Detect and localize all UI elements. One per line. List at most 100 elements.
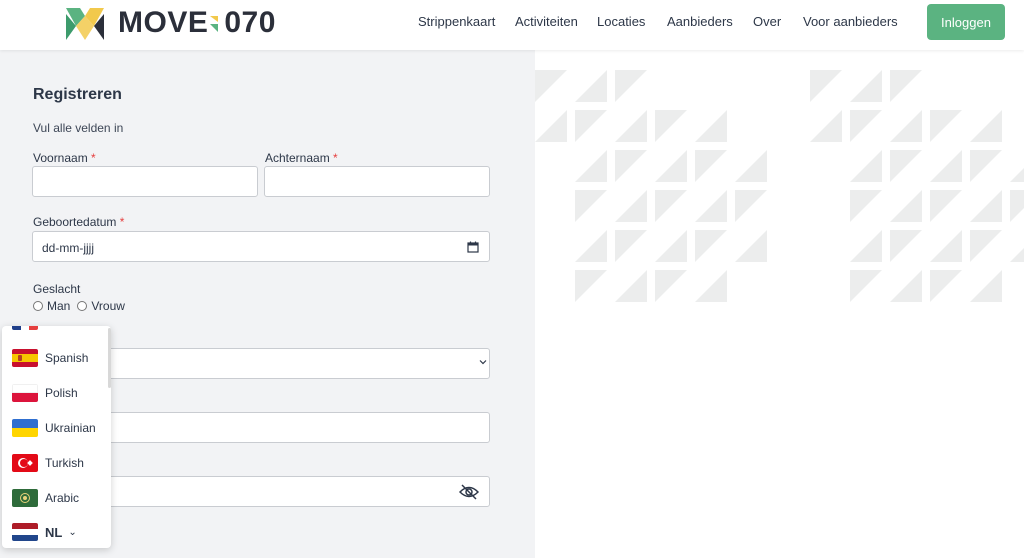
first-name-label: Voornaam * (33, 151, 96, 165)
pattern-triangle (655, 150, 687, 182)
pattern-triangle (735, 230, 767, 262)
ukraine-flag-icon (12, 419, 38, 437)
pattern-triangle (890, 230, 922, 262)
pattern-triangle (695, 230, 727, 262)
first-name-input[interactable] (32, 166, 258, 197)
turkey-flag-icon (12, 454, 38, 472)
pattern-triangle (1010, 168, 1024, 182)
pattern-triangle (695, 110, 727, 142)
birthdate-placeholder: dd-mm-jjjj (42, 241, 94, 255)
language-option-turkish[interactable]: Turkish (12, 452, 84, 474)
pattern-triangle (930, 230, 962, 262)
pattern-triangle (575, 110, 607, 142)
pattern-triangle (655, 110, 687, 142)
pattern-triangle (735, 150, 767, 182)
pattern-triangle (535, 110, 567, 142)
pattern-triangle (1010, 190, 1024, 222)
language-option-spanish[interactable]: Spanish (12, 347, 88, 369)
pattern-triangle (655, 190, 687, 222)
chevron-down-icon: ⌄ (68, 526, 77, 538)
login-button[interactable]: Inloggen (927, 4, 1005, 40)
brand-number: 070 (224, 6, 276, 39)
eye-off-icon[interactable] (459, 484, 479, 500)
pattern-triangle (615, 190, 647, 222)
chevron-down-icon (479, 360, 487, 365)
arab-league-flag-icon (12, 489, 38, 507)
pattern-triangle (695, 150, 727, 182)
pattern-triangle (930, 270, 962, 302)
pattern-triangle (890, 190, 922, 222)
pattern-triangle (890, 110, 922, 142)
pattern-triangle (535, 70, 567, 102)
decorative-pattern-panel (535, 50, 1024, 558)
language-option-arabic[interactable]: Arabic (12, 487, 79, 509)
gender-radio-vrouw[interactable] (77, 301, 88, 311)
pattern-triangle (890, 150, 922, 182)
gender-option-vrouw[interactable]: Vrouw (91, 299, 125, 313)
language-option-label: Ukrainian (45, 421, 96, 435)
pattern-triangle (850, 110, 882, 142)
pattern-triangle (970, 190, 1002, 222)
pattern-triangle (850, 190, 882, 222)
pattern-triangle (655, 270, 687, 302)
pattern-triangle (850, 270, 882, 302)
pattern-triangle (615, 150, 647, 182)
language-option-label: Arabic (45, 491, 80, 505)
pattern-triangle (810, 70, 842, 102)
pattern-triangle (615, 70, 647, 102)
required-mark: * (91, 151, 96, 165)
pattern-triangle (970, 150, 1002, 182)
pattern-triangle (575, 190, 607, 222)
birthdate-input[interactable] (32, 231, 490, 262)
nav-aanbieders[interactable]: Aanbieders (667, 14, 733, 29)
poland-flag-icon (12, 384, 38, 402)
spain-flag-icon (12, 349, 38, 367)
pattern-triangle (850, 230, 882, 262)
pattern-triangle (890, 270, 922, 302)
birthdate-label: Geboortedatum * (33, 215, 125, 229)
nav-strippenkaart[interactable]: Strippenkaart (418, 14, 495, 29)
language-option-ukrainian[interactable]: Ukrainian (12, 417, 96, 439)
language-menu: Spanish Polish Ukrainian Turkish Arabic (2, 326, 111, 548)
pattern-triangle (575, 150, 607, 182)
language-selector[interactable]: NL ⌄ (12, 521, 77, 543)
gender-option-man[interactable]: Man (47, 299, 70, 313)
pattern-triangle (1010, 248, 1024, 262)
form-title: Registreren (33, 86, 122, 103)
language-option-label: Turkish (45, 456, 84, 470)
pattern-triangle (890, 70, 922, 102)
pattern-triangle (695, 270, 727, 302)
language-menu-scrollbar[interactable] (108, 328, 111, 388)
brand-wordmark: MOVE 070 (118, 6, 276, 40)
nav-locaties[interactable]: Locaties (597, 14, 645, 29)
nav-activiteiten[interactable]: Activiteiten (515, 14, 578, 29)
gender-options: Man Vrouw (33, 299, 132, 313)
pattern-triangle (575, 70, 607, 102)
pattern-triangle (970, 110, 1002, 142)
pattern-triangle (970, 230, 1002, 262)
site-header: MOVE 070 Strippenkaart Activiteiten Loca… (0, 0, 1024, 50)
pattern-triangle (810, 110, 842, 142)
logo-mark-icon (66, 8, 104, 40)
calendar-icon[interactable] (467, 241, 479, 253)
pattern-triangle (615, 230, 647, 262)
brand-logo[interactable]: MOVE 070 (66, 4, 276, 42)
pattern-triangle (615, 270, 647, 302)
pattern-triangle (735, 190, 767, 222)
nav-voor-aanbieders[interactable]: Voor aanbieders (803, 14, 898, 29)
pattern-triangle (970, 270, 1002, 302)
pattern-triangle (695, 190, 727, 222)
required-mark: * (119, 215, 125, 229)
language-option-polish[interactable]: Polish (12, 382, 78, 404)
pattern-triangle (615, 110, 647, 142)
form-subtitle: Vul alle velden in (33, 121, 124, 135)
pattern-triangle (655, 230, 687, 262)
triangle-pattern-graphic (535, 70, 1024, 302)
last-name-input[interactable] (264, 166, 490, 197)
language-current-label: NL (45, 524, 63, 540)
pattern-triangle (850, 70, 882, 102)
pattern-triangle (930, 110, 962, 142)
nav-over[interactable]: Over (753, 14, 781, 29)
pattern-triangle (850, 150, 882, 182)
gender-radio-man[interactable] (33, 301, 43, 311)
